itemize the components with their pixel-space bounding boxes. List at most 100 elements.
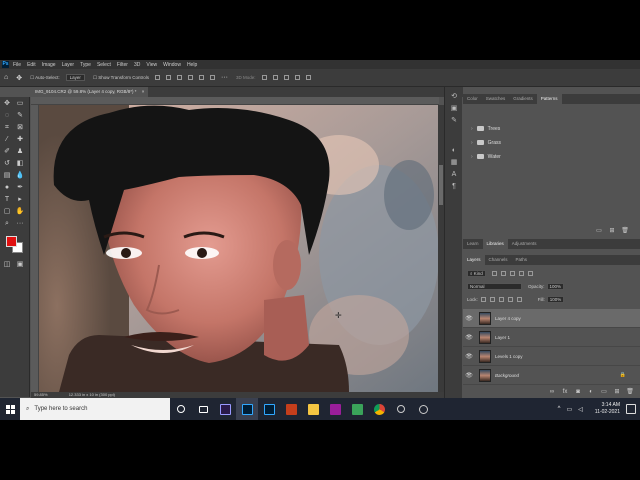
move-tool-icon[interactable]: ✥: [16, 74, 22, 82]
volume-icon[interactable]: ◁: [578, 406, 583, 413]
tab-learn[interactable]: Learn: [463, 239, 483, 249]
layer-name[interactable]: Levels 1 copy: [495, 354, 523, 359]
layer-row-levels-1-copy[interactable]: 👁 Levels 1 copy: [463, 347, 640, 366]
zoom-tool-icon[interactable]: ⌕: [2, 219, 12, 228]
taskbar-search-box[interactable]: ⌕ Type here to search: [20, 398, 170, 420]
lock-image-icon[interactable]: [489, 297, 495, 302]
auto-select-target-dropdown[interactable]: Layer: [65, 74, 85, 81]
cortana-icon[interactable]: [170, 398, 192, 420]
network-icon[interactable]: ▭: [566, 406, 572, 413]
frame-tool-icon[interactable]: ⊠: [15, 123, 25, 132]
new-pattern-icon[interactable]: ⊞: [608, 228, 616, 235]
add-mask-icon[interactable]: ◙: [574, 389, 582, 396]
layer-name[interactable]: Layer 1: [495, 335, 510, 340]
adjust-panel-icon[interactable]: ◐: [450, 147, 458, 155]
menu-view[interactable]: View: [146, 62, 157, 68]
tab-adjustments[interactable]: Adjustments: [508, 239, 541, 249]
quick-mask-icon[interactable]: ◫: [2, 260, 12, 269]
home-icon[interactable]: ⌂: [4, 74, 8, 81]
align-bottom-icon[interactable]: [210, 75, 216, 80]
layer-name[interactable]: Background: [495, 373, 519, 378]
start-button[interactable]: [0, 398, 20, 420]
brush-settings-icon[interactable]: ✎: [450, 117, 458, 125]
history-brush-tool-icon[interactable]: ↺: [2, 159, 12, 168]
delete-layer-icon[interactable]: 🗑: [626, 389, 634, 396]
chevron-right-icon[interactable]: ›: [471, 154, 473, 160]
gradient-tool-icon[interactable]: ▤: [2, 171, 12, 180]
brush-tool-icon[interactable]: ✐: [2, 147, 12, 156]
lock-transparent-icon[interactable]: [480, 297, 486, 302]
align-middle-icon[interactable]: [199, 75, 205, 80]
rectangle-tool-icon[interactable]: ▢: [2, 207, 12, 216]
3d-slide-icon[interactable]: [294, 75, 300, 80]
filter-shape-icon[interactable]: [518, 271, 524, 276]
filter-smart-icon[interactable]: [527, 271, 533, 276]
menu-filter[interactable]: Filter: [117, 62, 128, 68]
3d-pan-icon[interactable]: [283, 75, 289, 80]
path-selection-tool-icon[interactable]: ▸: [15, 195, 25, 204]
menu-window[interactable]: Window: [163, 62, 181, 68]
menu-select[interactable]: Select: [97, 62, 111, 68]
lock-artboard-icon[interactable]: [507, 297, 513, 302]
filter-adjustment-icon[interactable]: [500, 271, 506, 276]
menu-image[interactable]: Image: [42, 62, 56, 68]
tab-layers[interactable]: Layers: [463, 255, 485, 265]
more-options-icon[interactable]: ···: [221, 74, 228, 81]
history-panel-icon[interactable]: ⟲: [450, 93, 458, 101]
blur-tool-icon[interactable]: 💧: [15, 171, 25, 180]
tab-gradients[interactable]: Gradients: [509, 94, 537, 104]
notification-icon[interactable]: [626, 404, 636, 414]
document-tab[interactable]: IMG_9104.CR2 @ 59.8% (Layer 4 copy, RGB/…: [31, 87, 149, 97]
eye-icon[interactable]: 👁: [463, 334, 475, 341]
eyedropper-tool-icon[interactable]: ⁄: [2, 135, 12, 144]
file-explorer-icon[interactable]: [302, 398, 324, 420]
lasso-tool-icon[interactable]: ◌: [2, 111, 12, 120]
chevron-up-icon[interactable]: ^: [558, 406, 561, 412]
layer-row-background[interactable]: 👁 Background 🔒: [463, 366, 640, 385]
artboard-tool-icon[interactable]: ▭: [15, 99, 25, 108]
premiere-pro-icon[interactable]: [214, 398, 236, 420]
premiere-icon[interactable]: [324, 398, 346, 420]
properties-panel-icon[interactable]: ▣: [450, 105, 458, 113]
hand-tool-icon[interactable]: ✋: [15, 207, 25, 216]
move-tool-icon[interactable]: ✥: [2, 99, 12, 108]
chevron-right-icon[interactable]: ›: [471, 126, 473, 132]
eye-icon[interactable]: 👁: [463, 353, 475, 360]
align-left-icon[interactable]: [155, 75, 161, 80]
new-layer-icon[interactable]: ⊞: [613, 389, 621, 396]
filter-pixel-icon[interactable]: [491, 271, 497, 276]
task-view-icon[interactable]: [192, 398, 214, 420]
auto-select-checkbox[interactable]: ☐ Auto-Select:: [30, 75, 60, 81]
tab-patterns[interactable]: Patterns: [536, 94, 562, 104]
clock[interactable]: 3:14 AM 11-02-2021: [595, 402, 620, 416]
opacity-field[interactable]: 100%: [546, 283, 565, 290]
clone-stamp-tool-icon[interactable]: ♟: [15, 147, 25, 156]
close-icon[interactable]: ×: [142, 89, 145, 94]
3d-roll-icon[interactable]: [272, 75, 278, 80]
pattern-folder-trees[interactable]: › Trees: [471, 124, 500, 133]
tab-color[interactable]: Color: [463, 94, 482, 104]
3d-orbit-icon[interactable]: [261, 75, 267, 80]
3d-scale-icon[interactable]: [305, 75, 311, 80]
pattern-folder-water[interactable]: › Water: [471, 152, 501, 161]
filter-type-icon[interactable]: [509, 271, 515, 276]
link-layers-icon[interactable]: ∞: [548, 389, 556, 396]
new-group-icon[interactable]: ▭: [600, 389, 608, 396]
layer-row-layer-4-copy[interactable]: 👁 Layer 4 copy: [463, 309, 640, 328]
lock-all-icon[interactable]: [516, 297, 522, 302]
adjustment-layer-icon[interactable]: ◐: [587, 389, 595, 396]
eye-icon[interactable]: 👁: [463, 315, 475, 322]
photoshop-taskbar-icon[interactable]: [236, 398, 258, 420]
pattern-folder-grass[interactable]: › Grass: [471, 138, 501, 147]
align-top-icon[interactable]: [188, 75, 194, 80]
layer-style-icon[interactable]: fx: [561, 389, 569, 396]
zoom-level[interactable]: 59.85%: [34, 392, 48, 397]
dodge-tool-icon[interactable]: ●: [2, 183, 12, 192]
tab-channels[interactable]: Channels: [485, 255, 512, 265]
healing-brush-tool-icon[interactable]: ✚: [15, 135, 25, 144]
document-canvas[interactable]: ✛: [39, 105, 438, 392]
menu-type[interactable]: Type: [80, 62, 91, 68]
tool-icon[interactable]: [390, 398, 412, 420]
scrollbar-thumb[interactable]: [439, 165, 443, 205]
lock-position-icon[interactable]: [498, 297, 504, 302]
